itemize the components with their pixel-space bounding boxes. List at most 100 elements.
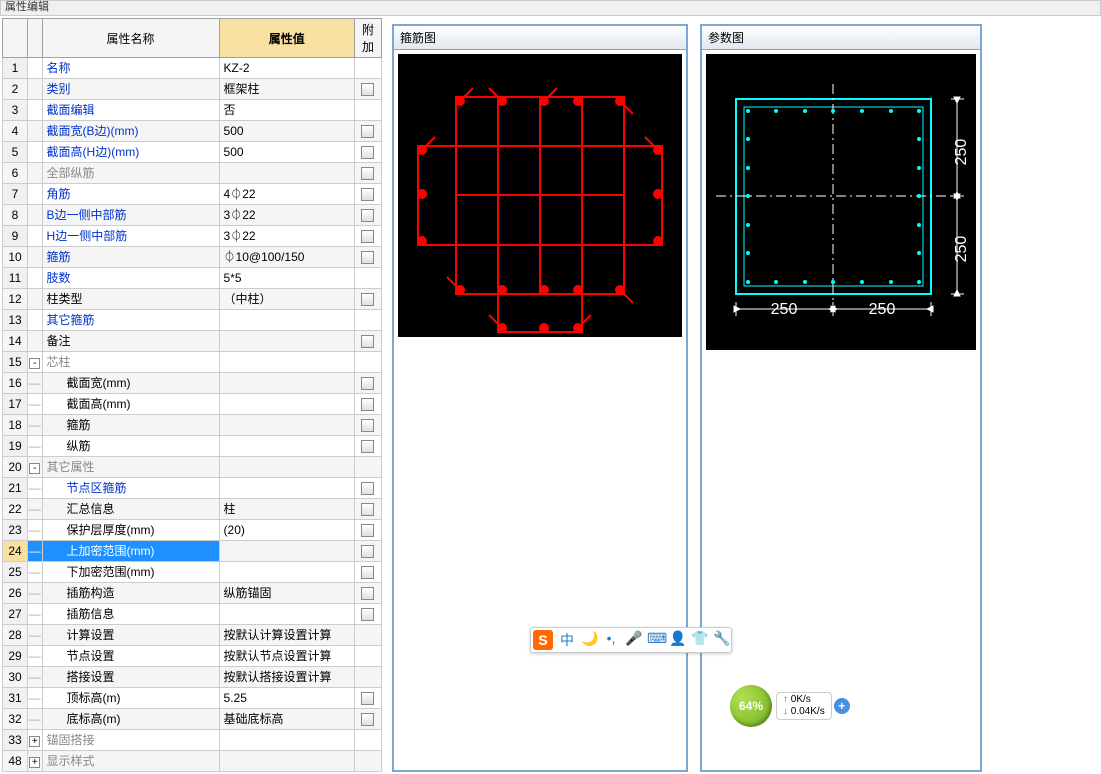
checkbox-icon[interactable] xyxy=(361,293,374,306)
property-name[interactable]: 上加密范围(mm) xyxy=(42,541,219,562)
table-row[interactable]: 16—截面宽(mm) xyxy=(3,373,382,394)
network-widget[interactable]: 64% 0K/s 0.04K/s + xyxy=(730,685,850,727)
extra-cell[interactable] xyxy=(354,142,381,163)
property-name[interactable]: 计算设置 xyxy=(42,625,219,646)
property-name[interactable]: B边一侧中部筋 xyxy=(42,205,219,226)
table-row[interactable]: 26—插筋构造纵筋锚固 xyxy=(3,583,382,604)
extra-cell[interactable] xyxy=(354,604,381,625)
table-row[interactable]: 1名称KZ-2 xyxy=(3,58,382,79)
property-value[interactable]: 5.25 xyxy=(219,688,354,709)
property-value[interactable]: (20) xyxy=(219,520,354,541)
property-value[interactable]: 5*5 xyxy=(219,268,354,289)
table-row[interactable]: 31—顶标高(m)5.25 xyxy=(3,688,382,709)
table-row[interactable]: 33+锚固搭接 xyxy=(3,730,382,751)
table-row[interactable]: 7角筋4⏀22 xyxy=(3,184,382,205)
checkbox-icon[interactable] xyxy=(361,419,374,432)
property-value[interactable]: 柱 xyxy=(219,499,354,520)
extra-cell[interactable] xyxy=(354,58,381,79)
checkbox-icon[interactable] xyxy=(361,230,374,243)
property-value[interactable] xyxy=(219,541,354,562)
property-value[interactable]: 3⏀22 xyxy=(219,226,354,247)
property-value[interactable] xyxy=(219,436,354,457)
checkbox-icon[interactable] xyxy=(361,335,374,348)
col-header-name[interactable]: 属性名称 xyxy=(42,19,219,58)
checkbox-icon[interactable] xyxy=(361,251,374,264)
property-name[interactable]: 全部纵筋 xyxy=(42,163,219,184)
expand-cell[interactable]: - xyxy=(27,352,42,373)
table-row[interactable]: 3截面编辑否 xyxy=(3,100,382,121)
property-name[interactable]: 下加密范围(mm) xyxy=(42,562,219,583)
property-name[interactable]: 节点设置 xyxy=(42,646,219,667)
property-name[interactable]: 截面宽(B边)(mm) xyxy=(42,121,219,142)
property-value[interactable] xyxy=(219,604,354,625)
extra-cell[interactable] xyxy=(354,478,381,499)
checkbox-icon[interactable] xyxy=(361,713,374,726)
col-header-value[interactable]: 属性值 xyxy=(219,19,354,58)
property-name[interactable]: 显示样式 xyxy=(42,751,219,772)
table-row[interactable]: 9H边一侧中部筋3⏀22 xyxy=(3,226,382,247)
collapse-icon[interactable]: - xyxy=(29,358,40,369)
ime-logo-icon[interactable]: S xyxy=(533,630,553,650)
ime-toolbar[interactable]: S 中🌙•,🎤⌨👤👕🔧 xyxy=(530,627,732,653)
property-name[interactable]: 截面编辑 xyxy=(42,100,219,121)
ime-button[interactable]: 👕 xyxy=(691,630,707,650)
extra-cell[interactable] xyxy=(354,583,381,604)
property-name[interactable]: 插筋构造 xyxy=(42,583,219,604)
checkbox-icon[interactable] xyxy=(361,440,374,453)
property-value[interactable] xyxy=(219,751,354,772)
table-row[interactable]: 15-芯柱 xyxy=(3,352,382,373)
extra-cell[interactable] xyxy=(354,457,381,478)
checkbox-icon[interactable] xyxy=(361,146,374,159)
property-value[interactable]: 否 xyxy=(219,100,354,121)
table-row[interactable]: 2类别框架柱 xyxy=(3,79,382,100)
property-value[interactable]: 基础底标高 xyxy=(219,709,354,730)
extra-cell[interactable] xyxy=(354,499,381,520)
network-percent[interactable]: 64% xyxy=(730,685,772,727)
table-row[interactable]: 24—上加密范围(mm) xyxy=(3,541,382,562)
property-name[interactable]: 类别 xyxy=(42,79,219,100)
extra-cell[interactable] xyxy=(354,373,381,394)
table-row[interactable]: 32—底标高(m)基础底标高 xyxy=(3,709,382,730)
checkbox-icon[interactable] xyxy=(361,587,374,600)
property-name[interactable]: H边一侧中部筋 xyxy=(42,226,219,247)
property-value[interactable] xyxy=(219,457,354,478)
extra-cell[interactable] xyxy=(354,310,381,331)
extra-cell[interactable] xyxy=(354,520,381,541)
extra-cell[interactable] xyxy=(354,688,381,709)
expand-cell[interactable]: + xyxy=(27,751,42,772)
extra-cell[interactable] xyxy=(354,562,381,583)
property-value[interactable]: KZ-2 xyxy=(219,58,354,79)
property-name[interactable]: 顶标高(m) xyxy=(42,688,219,709)
checkbox-icon[interactable] xyxy=(361,608,374,621)
property-value[interactable] xyxy=(219,562,354,583)
table-row[interactable]: 13其它箍筋 xyxy=(3,310,382,331)
col-header-extra[interactable]: 附加 xyxy=(354,19,381,58)
expand-cell[interactable]: - xyxy=(27,457,42,478)
extra-cell[interactable] xyxy=(354,184,381,205)
property-name[interactable]: 名称 xyxy=(42,58,219,79)
extra-cell[interactable] xyxy=(354,415,381,436)
ime-button[interactable]: 🎤 xyxy=(625,630,641,650)
property-name[interactable]: 备注 xyxy=(42,331,219,352)
extra-cell[interactable] xyxy=(354,436,381,457)
table-row[interactable]: 27—插筋信息 xyxy=(3,604,382,625)
property-name[interactable]: 汇总信息 xyxy=(42,499,219,520)
table-row[interactable]: 12柱类型（中柱） xyxy=(3,289,382,310)
extra-cell[interactable] xyxy=(354,352,381,373)
property-name[interactable]: 纵筋 xyxy=(42,436,219,457)
table-row[interactable]: 28—计算设置按默认计算设置计算 xyxy=(3,625,382,646)
checkbox-icon[interactable] xyxy=(361,545,374,558)
extra-cell[interactable] xyxy=(354,709,381,730)
checkbox-icon[interactable] xyxy=(361,377,374,390)
property-value[interactable]: 3⏀22 xyxy=(219,205,354,226)
extra-cell[interactable] xyxy=(354,394,381,415)
table-row[interactable]: 17—截面高(mm) xyxy=(3,394,382,415)
ime-button[interactable]: •, xyxy=(603,630,619,650)
extra-cell[interactable] xyxy=(354,730,381,751)
table-row[interactable]: 29—节点设置按默认节点设置计算 xyxy=(3,646,382,667)
table-row[interactable]: 25—下加密范围(mm) xyxy=(3,562,382,583)
property-value[interactable] xyxy=(219,331,354,352)
property-name[interactable]: 芯柱 xyxy=(42,352,219,373)
table-row[interactable]: 48+显示样式 xyxy=(3,751,382,772)
property-name[interactable]: 箍筋 xyxy=(42,415,219,436)
